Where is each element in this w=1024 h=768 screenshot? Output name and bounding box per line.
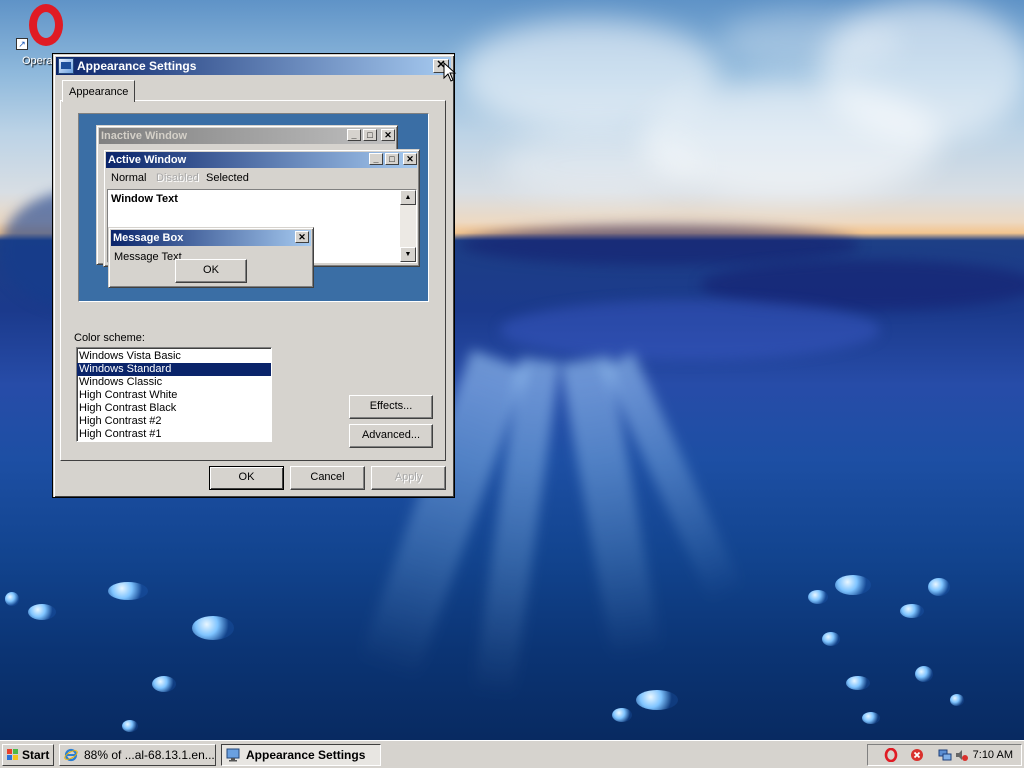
preview-inactive-titlebar: Inactive Window _ □ ✕ xyxy=(99,128,395,144)
internet-explorer-icon xyxy=(64,748,78,762)
scheme-item-windows-vista-basic[interactable]: Windows Vista Basic xyxy=(77,350,271,363)
start-label: Start xyxy=(22,748,50,762)
mouse-cursor-icon xyxy=(443,62,457,82)
preview-menu-selected: Selected xyxy=(206,172,249,184)
scheme-item-high-contrast-white[interactable]: High Contrast White xyxy=(77,389,271,402)
shortcut-arrow-icon: ↗ xyxy=(16,38,28,50)
preview-message-box: Message Box ✕ Message Text OK xyxy=(108,227,314,288)
apply-button[interactable]: Apply xyxy=(371,466,446,490)
maximize-icon: □ xyxy=(385,153,399,165)
cancel-button[interactable]: Cancel xyxy=(290,466,365,490)
scheme-item-high-contrast-2[interactable]: High Contrast #2 xyxy=(77,415,271,428)
preview-active-title: Active Window xyxy=(108,154,187,166)
preview-message-text: Message Text xyxy=(114,251,182,263)
scroll-down-icon: ▼ xyxy=(400,247,416,262)
taskbar: Start 88% of ...al-68.13.1.en... Appeara… xyxy=(0,740,1024,768)
maximize-icon: □ xyxy=(363,129,377,141)
preview-menu-disabled: Disabled xyxy=(156,172,199,184)
display-settings-icon xyxy=(58,58,74,74)
desktop-icon-label: Opera xyxy=(22,55,53,67)
minimize-icon: _ xyxy=(369,153,383,165)
appearance-preview: Inactive Window _ □ ✕ Active Window _ □ … xyxy=(78,113,429,302)
close-icon: ✕ xyxy=(403,153,417,165)
scheme-item-windows-standard[interactable]: Windows Standard xyxy=(77,363,271,376)
opera-icon xyxy=(29,4,63,46)
advanced-button[interactable]: Advanced... xyxy=(349,424,433,448)
scheme-item-high-contrast-black[interactable]: High Contrast Black xyxy=(77,402,271,415)
start-button[interactable]: Start xyxy=(2,744,54,766)
close-icon: ✕ xyxy=(381,129,395,141)
dialog-title: Appearance Settings xyxy=(77,59,197,73)
volume-muted-icon[interactable] xyxy=(954,748,968,762)
security-alert-icon[interactable] xyxy=(910,748,924,762)
scheme-item-high-contrast-1[interactable]: High Contrast #1 xyxy=(77,428,271,441)
display-settings-icon xyxy=(226,748,240,762)
taskbar-item-appearance-settings[interactable]: Appearance Settings xyxy=(221,744,381,766)
close-icon: ✕ xyxy=(295,231,309,243)
taskbar-item-download[interactable]: 88% of ...al-68.13.1.en... xyxy=(59,744,216,766)
preview-menu-normal: Normal xyxy=(111,172,147,184)
network-icon[interactable] xyxy=(938,748,952,762)
taskbar-item-label: 88% of ...al-68.13.1.en... xyxy=(84,748,215,762)
preview-active-titlebar: Active Window _ □ ✕ xyxy=(106,152,417,168)
color-scheme-list[interactable]: Windows Vista Basic Windows Standard Win… xyxy=(76,347,272,442)
preview-message-title: Message Box xyxy=(113,232,184,244)
windows-logo-icon xyxy=(7,749,19,760)
tab-appearance[interactable]: Appearance xyxy=(62,80,135,102)
scroll-up-icon: ▲ xyxy=(400,190,416,205)
preview-ok-button: OK xyxy=(175,259,247,283)
appearance-settings-dialog: Appearance Settings ✕ Appearance Inactiv… xyxy=(52,53,455,498)
minimize-icon: _ xyxy=(347,129,361,141)
effects-button[interactable]: Effects... xyxy=(349,395,433,419)
scheme-item-windows-classic[interactable]: Windows Classic xyxy=(77,376,271,389)
opera-tray-icon[interactable] xyxy=(884,748,898,762)
system-tray: 7:10 AM xyxy=(867,744,1022,766)
color-scheme-label: Color scheme: xyxy=(74,332,145,344)
preview-scrollbar: ▲ ▼ xyxy=(400,190,416,262)
ok-button[interactable]: OK xyxy=(209,466,284,490)
preview-inactive-title: Inactive Window xyxy=(101,130,188,142)
clock[interactable]: 7:10 AM xyxy=(973,745,1013,765)
preview-message-titlebar: Message Box ✕ xyxy=(111,230,311,246)
dialog-titlebar[interactable]: Appearance Settings ✕ xyxy=(56,57,451,75)
taskbar-item-label: Appearance Settings xyxy=(246,748,366,762)
preview-window-text: Window Text xyxy=(111,193,178,205)
